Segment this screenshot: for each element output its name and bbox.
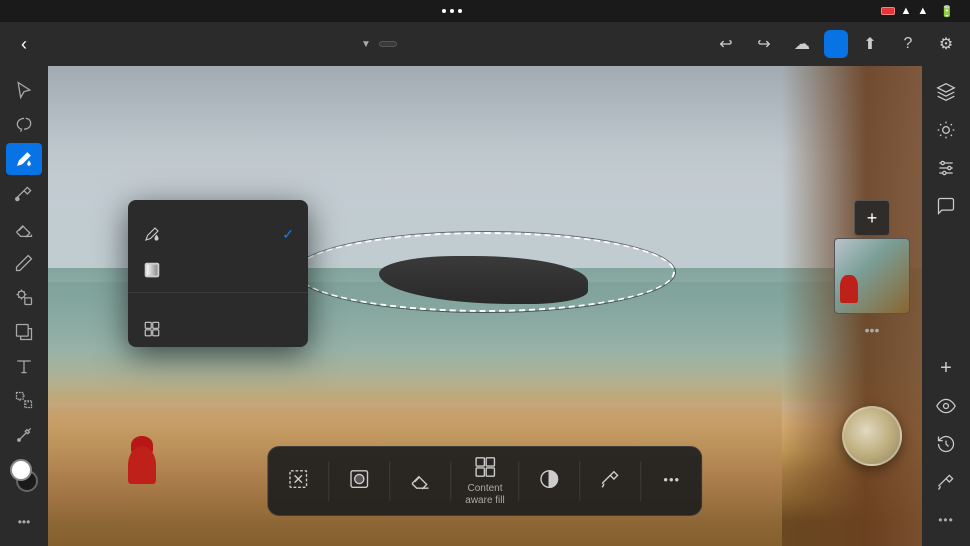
erase-icon: [408, 467, 432, 491]
more-tool[interactable]: •••: [642, 459, 702, 503]
brush-settings-button[interactable]: [928, 464, 964, 500]
export-button[interactable]: ⬆: [854, 28, 886, 60]
fill-tools-header: [128, 200, 308, 216]
right-panel-controls: + •••: [834, 200, 910, 344]
panel-more-button[interactable]: •••: [854, 316, 890, 344]
actions-header: [128, 297, 308, 311]
paint-bucket-item[interactable]: ✓: [128, 216, 308, 252]
signal-icon: ▲: [917, 5, 928, 17]
dot-1: [442, 9, 446, 13]
gradient-item[interactable]: [128, 252, 308, 288]
title-caret-icon: ▼: [361, 39, 371, 50]
share-button[interactable]: [824, 30, 848, 58]
top-toolbar: ‹ ▼ ↩ ↪ ☁ ⬆ ? ⚙: [0, 22, 970, 66]
paint-bucket-check: ✓: [282, 226, 294, 243]
refine-edge-icon: [599, 467, 623, 491]
right-more-button[interactable]: •••: [928, 502, 964, 538]
content-aware-fill-tool[interactable]: Content aware fill: [451, 447, 518, 515]
paint-bucket-icon: [142, 224, 162, 244]
layers-button[interactable]: [928, 74, 964, 110]
lasso-tool[interactable]: [6, 108, 42, 140]
invert-icon: [538, 467, 562, 491]
dot-3: [458, 9, 462, 13]
color-swatch-area[interactable]: [6, 459, 42, 491]
status-center-dots: [442, 9, 462, 13]
fill-tools-panel: ✓: [128, 200, 308, 347]
toolbar-actions: ↩ ↪ ☁ ⬆ ? ⚙: [710, 28, 962, 60]
left-sidebar: •••: [0, 66, 48, 546]
history-button[interactable]: [928, 426, 964, 462]
content-aware-fill-icon: [142, 319, 162, 339]
clone-tool[interactable]: [6, 281, 42, 313]
comments-button[interactable]: [928, 188, 964, 224]
invert-tool[interactable]: [520, 459, 580, 503]
status-right: ▲ ▲ 🔋: [881, 5, 954, 18]
erase-tool[interactable]: [390, 459, 450, 503]
content-aware-fill-item[interactable]: [128, 311, 308, 347]
cloud-button[interactable]: ☁: [786, 28, 818, 60]
pencil-tool[interactable]: [6, 246, 42, 278]
person-body: [128, 446, 156, 484]
zoom-level[interactable]: [379, 41, 397, 47]
visibility-button[interactable]: [928, 388, 964, 424]
add-layer-button[interactable]: +: [928, 350, 964, 386]
smart-select-tool[interactable]: [6, 384, 42, 416]
eyedropper-tool[interactable]: [6, 419, 42, 451]
bottom-toolbar: Content aware fill •••: [267, 446, 702, 516]
right-sidebar: + •••: [922, 66, 970, 546]
help-button[interactable]: ?: [892, 28, 924, 60]
content-aware-fill-bottom-icon: [473, 455, 497, 479]
dot-2: [450, 9, 454, 13]
person-figure: [128, 436, 158, 491]
more-tools-button[interactable]: •••: [6, 506, 42, 538]
text-tool[interactable]: [6, 350, 42, 382]
mask-tool[interactable]: [329, 459, 389, 503]
layer-thumbnail[interactable]: [834, 238, 910, 314]
toolbar-title-area: ▼: [44, 39, 706, 50]
wifi-icon: ▲: [901, 5, 912, 17]
fill-tool[interactable]: [6, 143, 42, 175]
selection-ellipse: [295, 232, 675, 312]
transform-tool[interactable]: [6, 315, 42, 347]
deselect-icon: [286, 467, 310, 491]
selection-tool[interactable]: [6, 74, 42, 106]
mask-icon: [347, 467, 371, 491]
navigator-circle[interactable]: [842, 406, 902, 466]
battery-icon: [881, 7, 895, 15]
gradient-icon: [142, 260, 162, 280]
content-aware-fill-bottom-label: Content aware fill: [465, 483, 504, 507]
refine-edge-tool[interactable]: [581, 459, 641, 503]
panel-divider: [128, 292, 308, 293]
status-bar: ▲ ▲ 🔋: [0, 0, 970, 22]
settings-button[interactable]: ⚙: [930, 28, 962, 60]
back-button[interactable]: ‹: [8, 28, 40, 60]
brush-tool[interactable]: [6, 177, 42, 209]
more-icon: •••: [660, 467, 684, 491]
background-color[interactable]: [10, 459, 32, 481]
undo-button[interactable]: ↩: [710, 28, 742, 60]
adjustments-button[interactable]: [928, 150, 964, 186]
island-selection: [295, 232, 675, 312]
eraser-tool[interactable]: [6, 212, 42, 244]
deselect-tool[interactable]: [268, 459, 328, 503]
battery-full-icon: 🔋: [940, 5, 954, 18]
properties-button[interactable]: [928, 112, 964, 148]
add-canvas-button[interactable]: +: [854, 200, 890, 236]
redo-button[interactable]: ↪: [748, 28, 780, 60]
